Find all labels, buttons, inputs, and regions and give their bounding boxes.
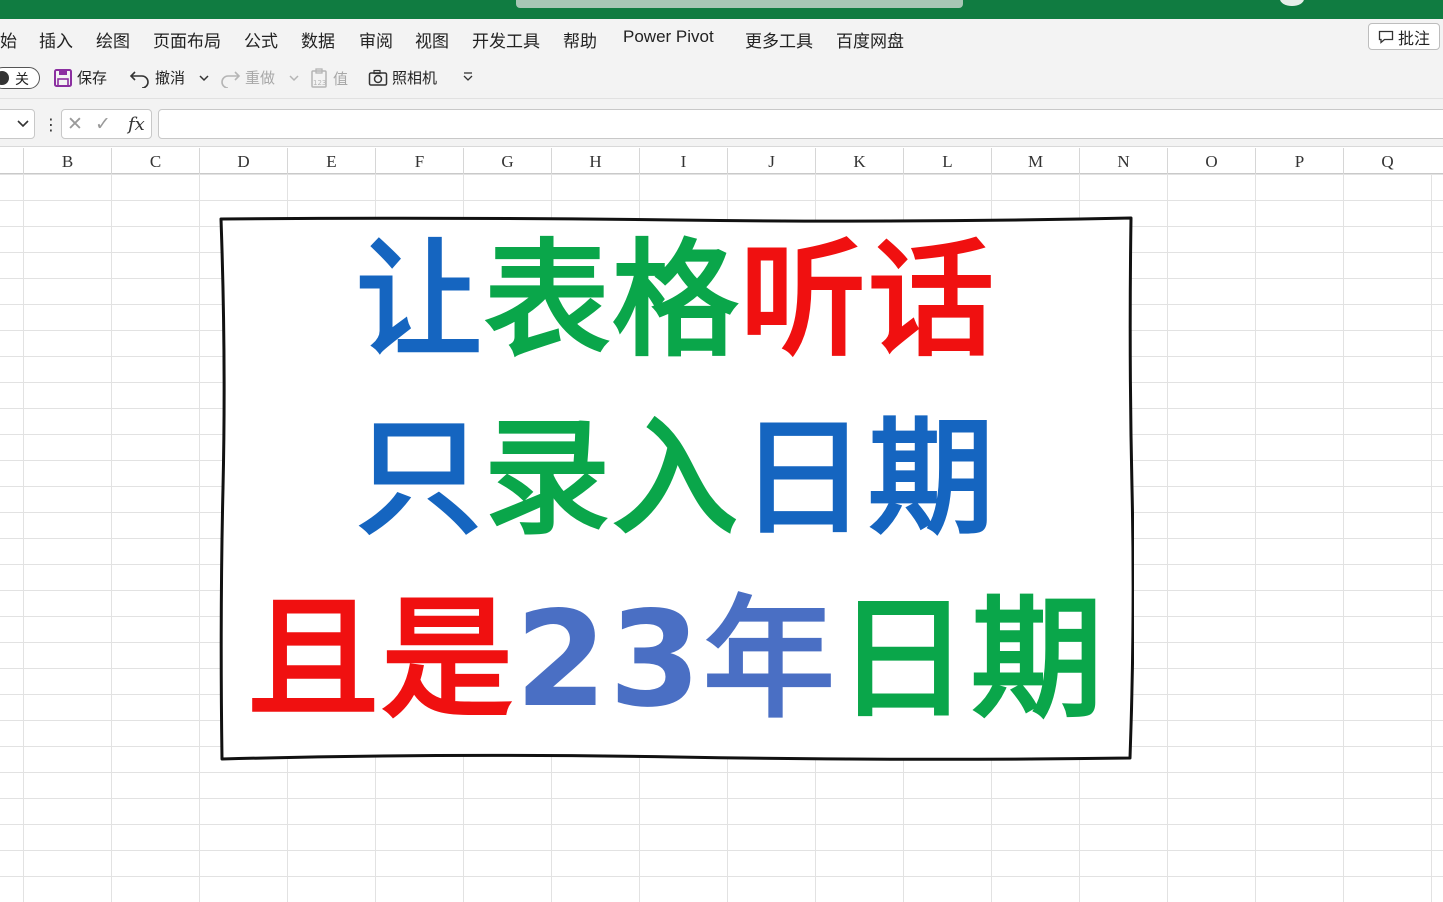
headline-word-2a: 只: [356, 405, 484, 552]
tab-data[interactable]: 数据: [301, 27, 335, 52]
autosave-state: 关: [15, 72, 29, 88]
enter-check-icon[interactable]: ✓: [95, 113, 111, 135]
column-header-h[interactable]: H: [551, 148, 639, 174]
chevron-down-icon[interactable]: [16, 119, 30, 129]
title-card-image[interactable]: 让表格听话 只录入日期 且是23年日期: [218, 216, 1134, 761]
redo-button[interactable]: 重做: [219, 67, 301, 88]
insert-function-button[interactable]: fx: [128, 114, 145, 135]
formula-input[interactable]: [158, 109, 1443, 139]
save-label: 保存: [77, 69, 108, 87]
paste-values-button[interactable]: 123 值: [309, 67, 348, 89]
svg-text:123: 123: [313, 79, 326, 87]
headline-line-2: 只录入日期: [218, 416, 1134, 542]
account-avatar[interactable]: [1280, 0, 1304, 6]
redo-icon: [221, 70, 241, 88]
tab-draw[interactable]: 绘图: [96, 27, 130, 52]
column-header-m[interactable]: M: [991, 148, 1079, 174]
search-box[interactable]: [516, 0, 963, 8]
paste-values-icon: 123: [311, 68, 327, 88]
quick-access-toolbar: 关 保存 撤消 重做 123 值 照相机: [0, 57, 1443, 99]
headline-word-1a: 让: [356, 227, 484, 374]
tab-page-layout[interactable]: 页面布局: [153, 27, 221, 52]
headline-word-3b: 23年: [515, 583, 837, 737]
camera-button[interactable]: 照相机: [368, 67, 437, 88]
headline-word-2b: 录入: [484, 405, 740, 552]
chevron-down-icon[interactable]: [197, 73, 211, 83]
comment-button-label: 批注: [1397, 28, 1430, 48]
headline-word-1c: 听话: [740, 227, 996, 374]
tab-baidu-netdisk[interactable]: 百度网盘: [836, 27, 904, 52]
column-headers: B C D E F G H I J K L M N O P Q: [0, 148, 1443, 174]
redo-label: 重做: [245, 69, 276, 87]
column-header-n[interactable]: N: [1079, 148, 1167, 174]
headline-word-1b: 表格: [484, 227, 740, 374]
headline-word-3c: 日期: [836, 583, 1105, 737]
column-header-j[interactable]: J: [727, 148, 815, 174]
camera-label: 照相机: [392, 69, 438, 87]
undo-button[interactable]: 撤消: [129, 67, 211, 88]
column-header-q[interactable]: Q: [1343, 148, 1431, 174]
column-header-f[interactable]: F: [375, 148, 463, 174]
tab-power-pivot[interactable]: Power Pivot: [623, 27, 714, 47]
comment-icon: [1378, 30, 1394, 44]
tab-insert[interactable]: 插入: [39, 27, 73, 52]
autosave-toggle[interactable]: 关: [0, 67, 40, 89]
column-header-p[interactable]: P: [1255, 148, 1343, 174]
tab-review[interactable]: 审阅: [359, 27, 393, 52]
name-box[interactable]: [0, 109, 35, 139]
paste-values-label: 值: [333, 69, 349, 88]
column-header-c[interactable]: C: [111, 148, 199, 174]
tab-view[interactable]: 视图: [415, 27, 449, 52]
tab-formulas[interactable]: 公式: [244, 27, 278, 52]
customize-dropdown-icon: [463, 72, 473, 81]
ribbon-tabs: 始 插入 绘图 页面布局 公式 数据 审阅 视图 开发工具 帮助 Power P…: [0, 19, 1443, 57]
formula-edit-buttons: ✕ ✓ fx: [61, 109, 152, 139]
headline-word-2c: 日期: [740, 405, 996, 552]
cancel-icon[interactable]: ✕: [67, 113, 83, 135]
headline-line-1: 让表格听话: [218, 238, 1134, 364]
tab-more-tools[interactable]: 更多工具: [745, 27, 813, 52]
column-header-e[interactable]: E: [287, 148, 375, 174]
title-bar: [0, 0, 1443, 19]
customize-toolbar-button[interactable]: [462, 71, 474, 83]
undo-label: 撤消: [155, 69, 186, 87]
save-icon: [54, 68, 72, 87]
formula-bar-grip-icon[interactable]: ⋮: [43, 115, 59, 134]
save-button[interactable]: 保存: [53, 67, 107, 88]
tab-help[interactable]: 帮助: [563, 27, 597, 52]
column-header-i[interactable]: I: [639, 148, 727, 174]
headline-word-3a: 且是: [247, 583, 516, 737]
column-header-k[interactable]: K: [815, 148, 903, 174]
comment-button[interactable]: 批注: [1368, 23, 1440, 50]
undo-icon: [129, 70, 149, 88]
tab-developer[interactable]: 开发工具: [472, 27, 540, 52]
column-header-g[interactable]: G: [463, 148, 551, 174]
tab-home[interactable]: 始: [0, 27, 17, 52]
column-header-d[interactable]: D: [199, 148, 287, 174]
headline-line-3: 且是23年日期: [218, 594, 1134, 726]
column-header-o[interactable]: O: [1167, 148, 1255, 174]
chevron-down-icon[interactable]: [287, 73, 301, 83]
formula-bar: ⋮ ✕ ✓ fx: [0, 99, 1443, 147]
column-header-b[interactable]: B: [23, 148, 111, 174]
camera-icon: [368, 69, 388, 86]
column-header-l[interactable]: L: [903, 148, 991, 174]
toggle-knob: [0, 71, 9, 85]
